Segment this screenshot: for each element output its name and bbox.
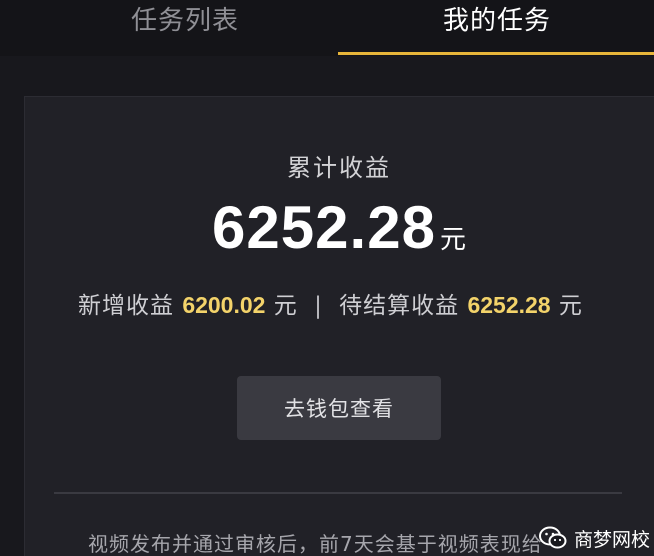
watermark: 商梦网校 — [538, 521, 650, 555]
watermark-text: 商梦网校 — [574, 528, 651, 551]
active-tab-indicator — [338, 52, 654, 55]
pending-earnings-value: 6252.28 — [467, 292, 551, 318]
breakdown-separator: | — [314, 293, 323, 319]
earnings-title: 累计收益 — [287, 154, 391, 182]
tab-task-list[interactable]: 任务列表 — [40, 0, 330, 46]
total-earnings-unit: 元 — [439, 225, 466, 255]
view-wallet-button[interactable]: 去钱包查看 — [237, 376, 441, 440]
pending-earnings-unit: 元 — [558, 293, 583, 319]
tab-bar: 任务列表 我的任务 — [0, 0, 654, 56]
wechat-icon — [539, 526, 567, 549]
new-earnings-unit: 元 — [273, 293, 298, 319]
total-earnings-value: 6252.28 — [212, 194, 436, 261]
earnings-breakdown: 新增收益 6200.02 元 | 待结算收益 6252.28 元 — [78, 286, 638, 320]
total-earnings: 6252.28 元 — [0, 193, 654, 262]
pending-earnings-label: 待结算收益 — [339, 293, 460, 319]
tab-my-tasks[interactable]: 我的任务 — [340, 0, 654, 46]
new-earnings-label: 新增收益 — [78, 293, 174, 319]
divider — [54, 492, 622, 494]
new-earnings-value: 6200.02 — [182, 292, 266, 318]
